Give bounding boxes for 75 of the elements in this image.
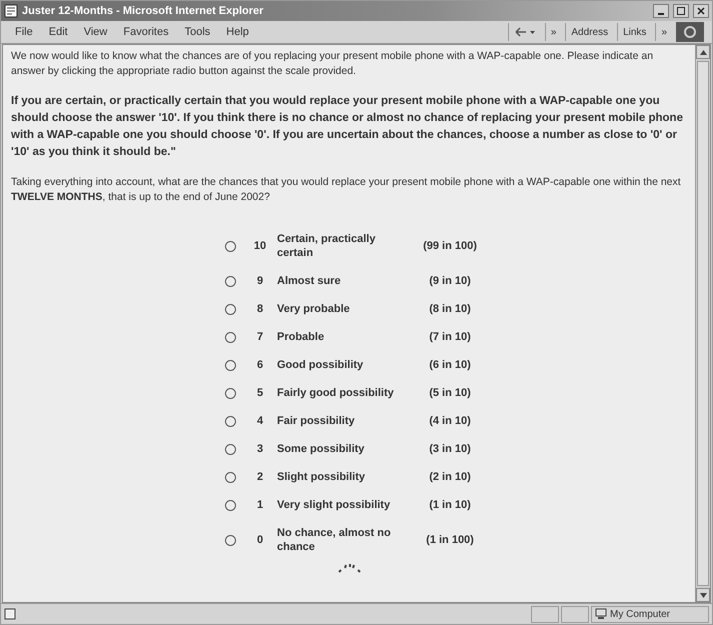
status-pane	[561, 606, 589, 622]
radio-button[interactable]	[225, 388, 236, 398]
radio-button[interactable]	[225, 332, 236, 342]
menu-item[interactable]: Favorites	[117, 26, 175, 38]
computer-icon	[595, 608, 607, 620]
scale-value: 4	[256, 414, 264, 429]
odds-text: (5 in 10)	[428, 386, 472, 401]
window-title: Juster 12-Months - Microsoft Internet Explorer	[22, 5, 264, 17]
radio-button[interactable]	[225, 472, 236, 482]
page-icon	[4, 608, 16, 620]
option-label: Fair possibility	[277, 414, 356, 429]
page-icon	[4, 4, 18, 18]
scrollbar[interactable]	[695, 45, 710, 602]
scale-value: 1	[256, 498, 264, 513]
menu-item[interactable]: Edit	[42, 26, 74, 38]
address-button[interactable]: Address	[565, 23, 614, 41]
radio-button[interactable]	[225, 444, 236, 454]
radio-button[interactable]	[225, 534, 236, 546]
status-pane	[531, 606, 559, 622]
odds-text: (6 in 10)	[428, 358, 472, 373]
zone-text: My Computer	[610, 608, 670, 620]
option-label: Slight possibility	[277, 470, 366, 485]
option-label: Almost sure	[277, 274, 342, 289]
question-text: Taking everything into account, what are the chances that you would replace your present mobile phone with a WAP-capable one within the next TWELVE MONTHS, that is up to the end of June 2002?	[11, 175, 682, 205]
menu-item[interactable]: File	[9, 26, 39, 38]
chevron-button[interactable]: »	[544, 23, 562, 41]
scale-value: 5	[256, 386, 264, 401]
chevron-button[interactable]: »	[655, 23, 672, 41]
radio-button[interactable]	[225, 276, 236, 286]
option-label: Some possibility	[277, 442, 366, 457]
close-icon	[697, 7, 705, 15]
scale-value: 10	[252, 239, 268, 254]
links-button[interactable]: Links	[617, 23, 652, 41]
option-label: Fairly good possibility	[277, 386, 395, 401]
scale-value: 2	[256, 470, 264, 485]
odds-text: (9 in 10)	[428, 274, 472, 289]
minimize-button[interactable]	[653, 4, 669, 18]
loading-icon	[336, 563, 362, 573]
option-label: Certain, practically certain	[277, 232, 376, 261]
menu-item[interactable]: Help	[220, 26, 255, 38]
radio-button[interactable]	[225, 416, 236, 426]
scale-value: 8	[256, 302, 264, 317]
scale-value: 6	[256, 358, 264, 373]
instructions-text: If you are certain, or practically certain that you would replace your present mobile phone with a WAP-capable one you should choose the answer '10'. If you think there is no chance or almost no chance of replacing your present mobile phone with a WAP-capable one you should choose '0'. If you are uncertain about the chances, choose a number as close to '0' or '10' as you think it should be."	[11, 94, 684, 160]
option-label: Good possibility	[277, 358, 364, 373]
close-button[interactable]	[693, 4, 709, 18]
scroll-down-icon	[700, 592, 706, 598]
option-label: Very probable	[277, 302, 351, 317]
menu-item[interactable]: View	[78, 26, 114, 38]
menu-item[interactable]: Tools	[178, 26, 216, 38]
odds-text: (3 in 10)	[428, 442, 472, 457]
radio-button[interactable]	[225, 360, 236, 370]
scale-value: 0	[256, 533, 264, 548]
odds-text: (7 in 10)	[428, 330, 472, 345]
option-label: No chance, almost no chance	[277, 526, 392, 555]
scale-value: 3	[256, 442, 264, 457]
odds-text: (99 in 100)	[422, 239, 478, 254]
scroll-up-icon	[700, 50, 706, 54]
scale-value: 9	[256, 274, 264, 289]
radio-button[interactable]	[225, 240, 236, 252]
odds-text: (8 in 10)	[428, 302, 472, 317]
globe-logo	[676, 22, 704, 42]
back-arrow-icon	[514, 26, 536, 38]
intro-text: We now would like to know what the chances are of you replacing your present mobile phone with a WAP-capable one. Please indicate an answer by clicking the appropriate radio button against the scale provided.	[11, 49, 654, 79]
maximize-button[interactable]	[673, 4, 689, 18]
odds-text: (2 in 10)	[428, 470, 472, 485]
radio-button[interactable]	[225, 304, 236, 314]
radio-button[interactable]	[225, 500, 236, 510]
option-label: Probable	[277, 330, 326, 345]
maximize-icon	[677, 7, 685, 15]
odds-text: (1 in 10)	[428, 498, 472, 513]
option-label: Very slight possibility	[277, 498, 392, 513]
odds-text: (1 in 100)	[425, 533, 475, 548]
odds-text: (4 in 10)	[428, 414, 472, 429]
scale-value: 7	[256, 330, 264, 345]
